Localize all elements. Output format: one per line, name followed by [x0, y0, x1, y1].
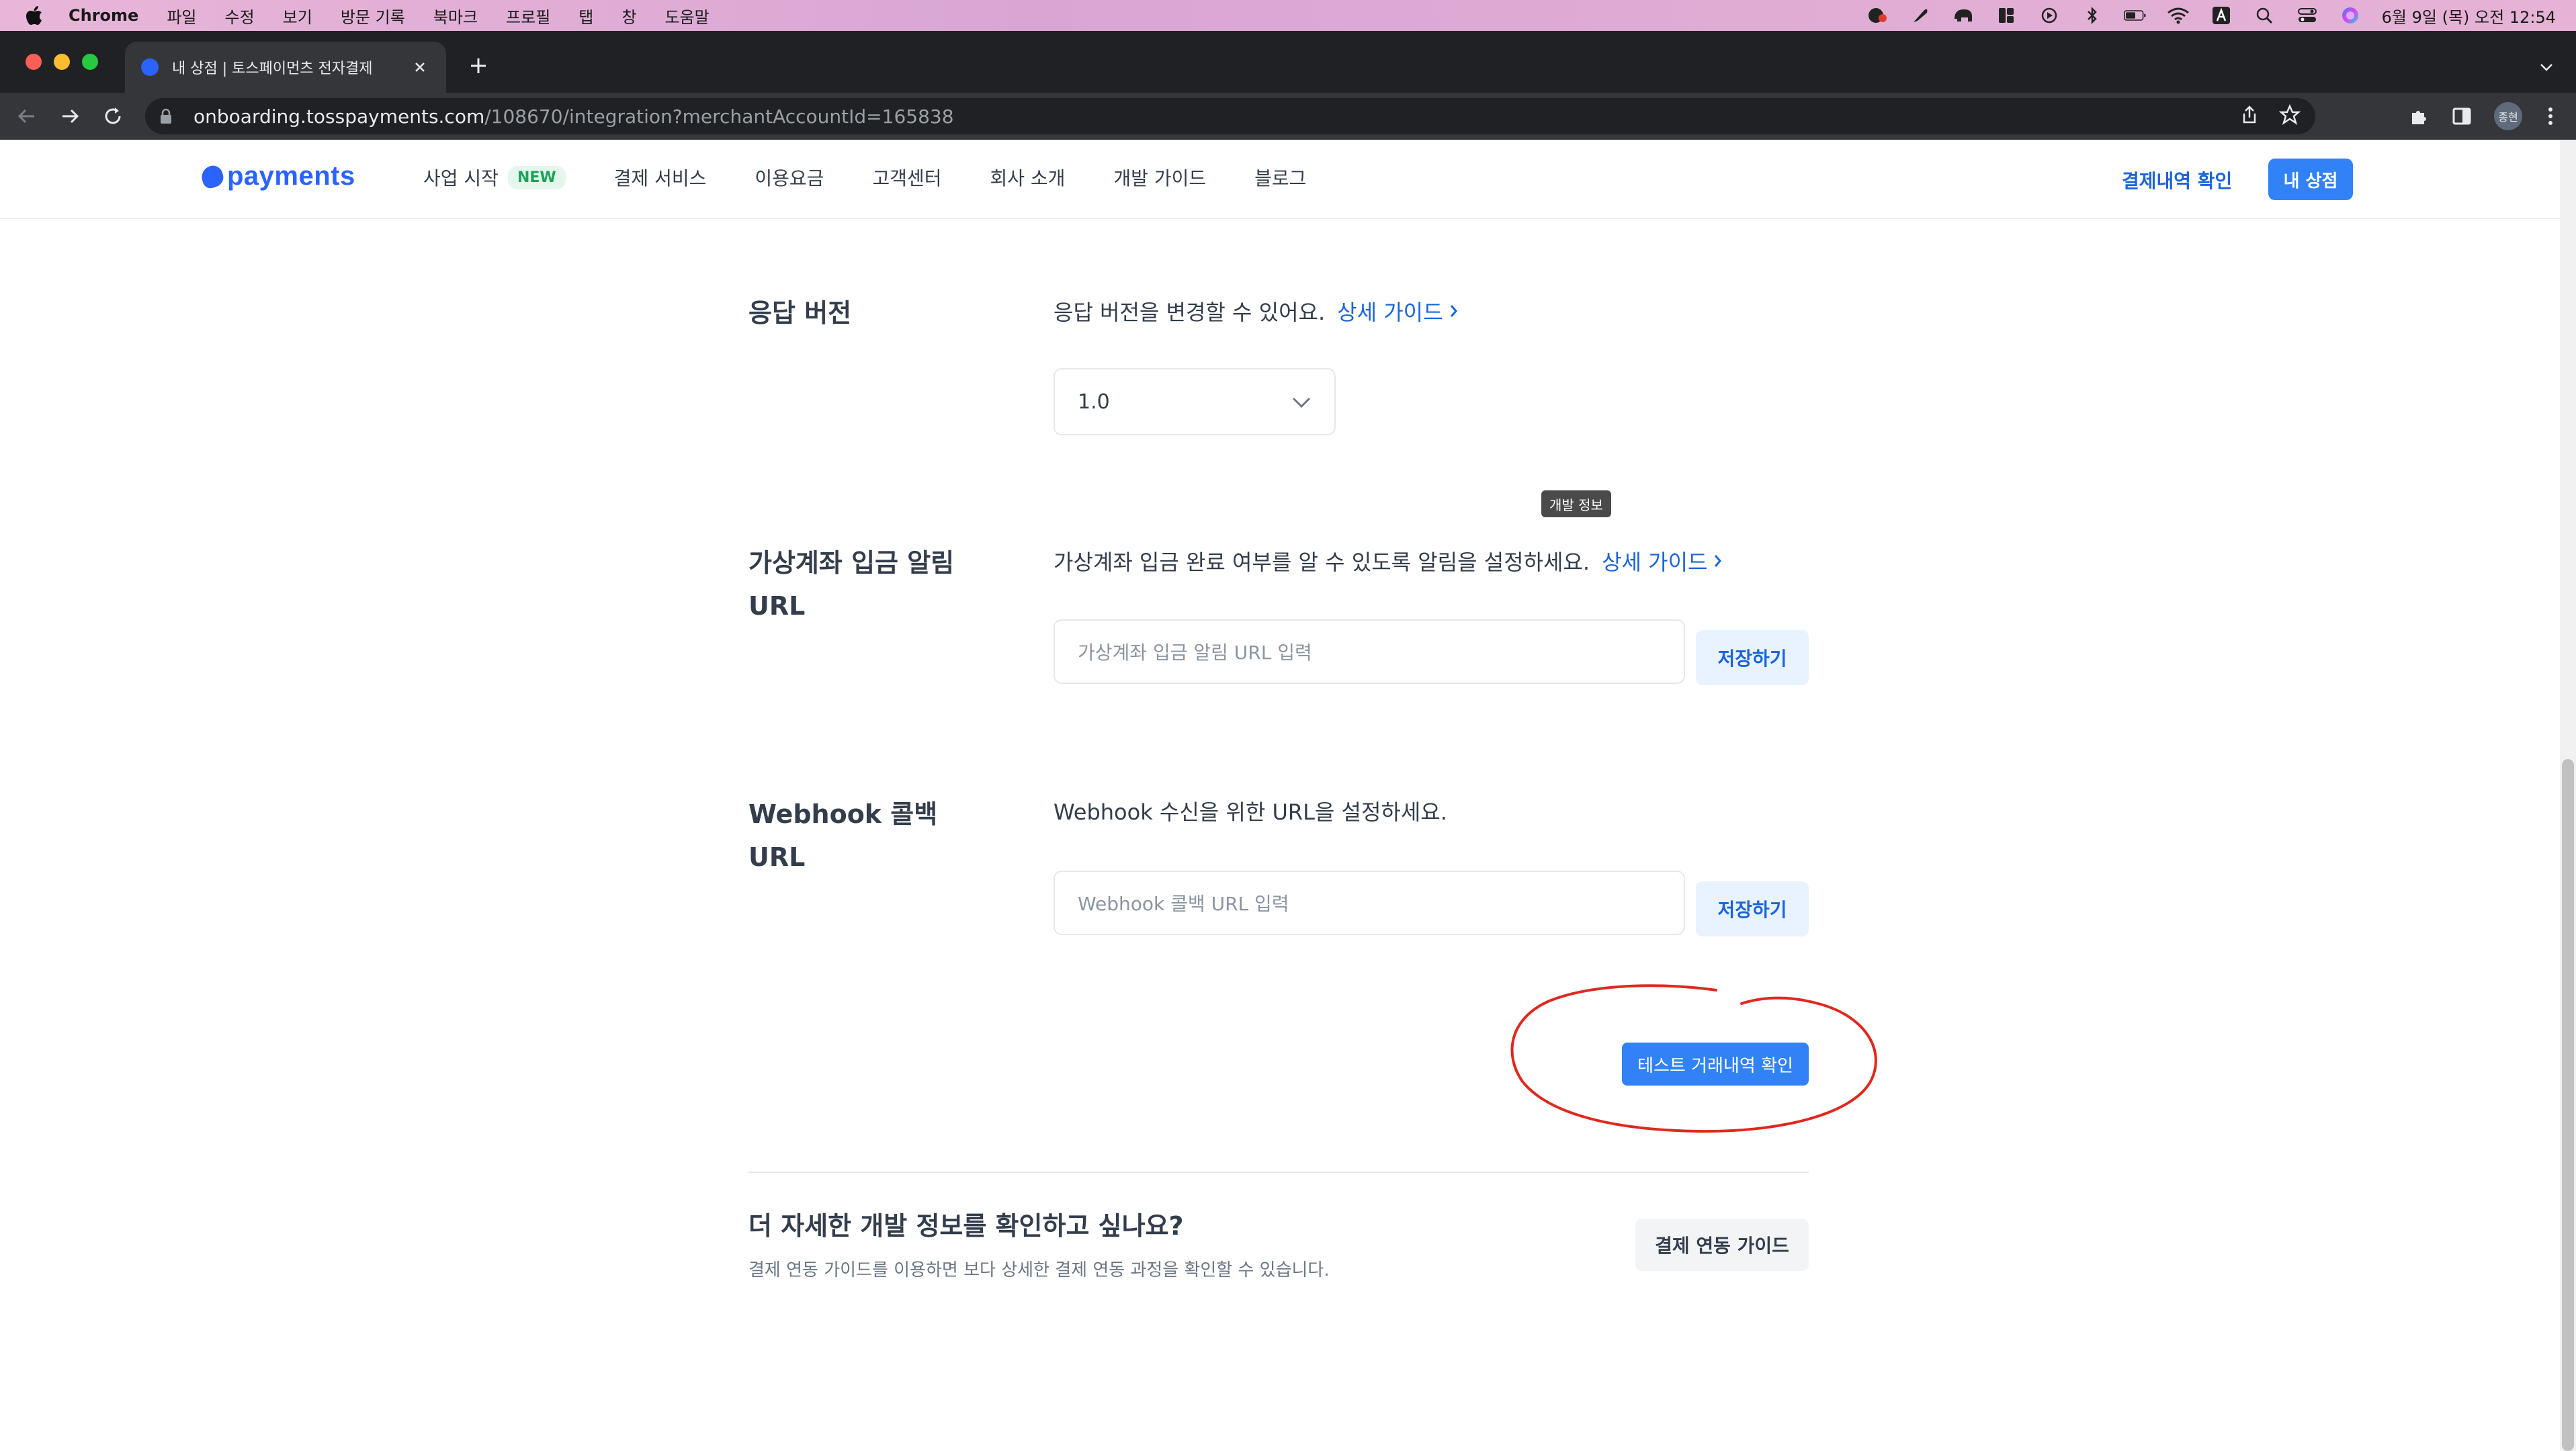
webhook-description: Webhook 수신을 위한 URL을 설정하세요.: [1054, 795, 1447, 826]
chevron-right-icon: [1449, 302, 1459, 320]
forward-arrow-icon[interactable]: [58, 104, 82, 128]
window-zoom-button[interactable]: [82, 54, 98, 70]
response-version-description: 응답 버전을 변경할 수 있어요. 상세 가이드: [1054, 296, 1459, 326]
menu-view[interactable]: 보기: [283, 4, 312, 28]
back-arrow-icon[interactable]: [15, 104, 39, 128]
spotlight-search-icon[interactable]: [2253, 6, 2276, 25]
tosspayments-favicon-icon: [141, 58, 159, 76]
window-close-button[interactable]: [26, 54, 42, 70]
extensions-puzzle-icon[interactable]: [2407, 104, 2431, 128]
notification-app-icon[interactable]: [1866, 6, 1889, 25]
reload-icon[interactable]: [101, 104, 125, 128]
elephant-icon[interactable]: [1952, 6, 1975, 25]
bluetooth-icon[interactable]: [2081, 6, 2104, 25]
siri-icon[interactable]: [2339, 6, 2362, 25]
menu-bookmarks[interactable]: 북마크: [433, 4, 478, 28]
macos-menubar: Chrome 파일 수정 보기 방문 기록 북마크 프로필 탭 창 도움말 6월…: [0, 0, 2576, 31]
menu-history[interactable]: 방문 기록: [341, 4, 405, 28]
chevron-down-icon: [1291, 390, 1312, 414]
response-version-guide-link[interactable]: 상세 가이드: [1337, 296, 1459, 326]
share-icon[interactable]: [2239, 104, 2260, 130]
guide-link-label: 상세 가이드: [1602, 549, 1708, 575]
main-nav: 사업 시작 NEW 결제 서비스 이용요금 고객센터 회사 소개 개발 가이드 …: [423, 164, 1355, 191]
tab-search-chevron-icon[interactable]: [2534, 55, 2559, 79]
menu-tab[interactable]: 탭: [578, 4, 593, 28]
battery-icon[interactable]: [2123, 6, 2147, 25]
tab-title: 내 상점 | 토스페이먼츠 전자결제: [172, 60, 373, 77]
nav-item-blog[interactable]: 블로그: [1254, 164, 1306, 191]
new-tab-plus-icon[interactable]: [465, 52, 492, 79]
new-badge: NEW: [507, 165, 566, 189]
nav-item-company[interactable]: 회사 소개: [990, 164, 1065, 191]
nav-item-start-business[interactable]: 사업 시작 NEW: [423, 164, 566, 191]
side-panel-icon[interactable]: [2450, 104, 2474, 128]
feather-icon[interactable]: [1909, 6, 1932, 25]
menubar-clock[interactable]: 6월 9일 (목) 오전 12:54: [2382, 4, 2556, 28]
response-version-description-text: 응답 버전을 변경할 수 있어요.: [1054, 300, 1326, 325]
payment-history-link[interactable]: 결제내역 확인: [2122, 167, 2232, 193]
section-divider: [748, 1172, 1809, 1173]
virtual-account-description-text: 가상계좌 입금 완료 여부를 알 수 있도록 알림을 설정하세요.: [1054, 549, 1590, 575]
page-scrollbar-thumb[interactable]: [2562, 759, 2574, 1451]
chrome-menu-kebab-icon[interactable]: [2538, 104, 2563, 128]
input-source-icon[interactable]: [2210, 6, 2233, 25]
footer-description: 결제 연동 가이드를 이용하면 보다 상세한 결제 연동 과정을 확인할 수 있…: [748, 1260, 1330, 1280]
webhook-title: Webhook 콜백 URL: [748, 799, 938, 872]
virtual-account-url-input[interactable]: 가상계좌 입금 알림 URL 입력: [1054, 619, 1685, 684]
webhook-save-button[interactable]: 저장하기: [1696, 881, 1809, 936]
chrome-toolbar: onboarding.tosspayments.com /108670/inte…: [0, 93, 2576, 140]
my-store-button[interactable]: 내 상점: [2268, 159, 2353, 200]
address-bar[interactable]: onboarding.tosspayments.com /108670/inte…: [145, 98, 2315, 134]
virtual-account-title: 가상계좌 입금 알림 URL: [748, 548, 955, 621]
browser-tab-active[interactable]: 내 상점 | 토스페이먼츠 전자결제: [125, 42, 446, 93]
control-center-icon[interactable]: [2296, 6, 2319, 25]
url-host: onboarding.tosspayments.com: [194, 105, 485, 128]
virtual-account-description: 가상계좌 입금 완료 여부를 알 수 있도록 알림을 설정하세요. 상세 가이드: [1054, 545, 1723, 576]
profile-avatar[interactable]: 종현: [2494, 102, 2522, 130]
wifi-icon[interactable]: [2167, 6, 2190, 25]
tosspayments-logo[interactable]: payments: [198, 161, 355, 191]
webhook-url-input[interactable]: Webhook 콜백 URL 입력: [1054, 871, 1685, 935]
payment-integration-guide-button[interactable]: 결제 연동 가이드: [1635, 1219, 1809, 1271]
nav-item-pricing[interactable]: 이용요금: [755, 164, 824, 191]
test-transactions-button[interactable]: 테스트 거래내역 확인: [1622, 1043, 1809, 1086]
nav-item-payment-services[interactable]: 결제 서비스: [614, 164, 707, 191]
nav-item-label: 사업 시작: [423, 167, 499, 189]
play-circle-icon[interactable]: [2038, 6, 2061, 25]
selected-version-value: 1.0: [1078, 390, 1110, 414]
virtual-account-save-button[interactable]: 저장하기: [1696, 630, 1809, 685]
window-minimize-button[interactable]: [54, 54, 70, 70]
menu-profiles[interactable]: 프로필: [506, 4, 550, 28]
tab-close-icon[interactable]: [410, 57, 430, 77]
guide-link-label: 상세 가이드: [1337, 300, 1443, 325]
lock-icon[interactable]: [160, 107, 177, 125]
apple-icon[interactable]: [24, 5, 44, 26]
webhook-description-text: Webhook 수신을 위한 URL을 설정하세요.: [1054, 799, 1447, 825]
virtual-account-guide-link[interactable]: 상세 가이드: [1602, 545, 1723, 576]
dev-info-tooltip: 개발 정보: [1541, 490, 1611, 517]
footer-title: 더 자세한 개발 정보를 확인하고 싶나요?: [748, 1211, 1184, 1241]
menu-app-name[interactable]: Chrome: [69, 6, 138, 25]
grid-app-icon[interactable]: [1995, 6, 2018, 25]
response-version-title: 응답 버전: [748, 298, 852, 328]
menu-help[interactable]: 도움말: [664, 4, 709, 28]
logo-mark-icon: [198, 162, 226, 191]
response-version-select[interactable]: 1.0: [1054, 368, 1336, 435]
menu-file[interactable]: 파일: [167, 4, 196, 28]
nav-item-customer-center[interactable]: 고객센터: [872, 164, 941, 191]
site-header: payments 사업 시작 NEW 결제 서비스 이용요금 고객센터 회사 소…: [0, 140, 2560, 219]
menu-window[interactable]: 창: [621, 4, 636, 28]
url-path: /108670/integration?merchantAccountId=16…: [484, 105, 954, 128]
menu-edit[interactable]: 수정: [224, 4, 254, 28]
logo-text: payments: [227, 161, 355, 191]
chevron-right-icon: [1713, 552, 1723, 570]
nav-item-dev-guide[interactable]: 개발 가이드: [1113, 164, 1206, 191]
bookmark-star-icon[interactable]: [2278, 103, 2301, 130]
